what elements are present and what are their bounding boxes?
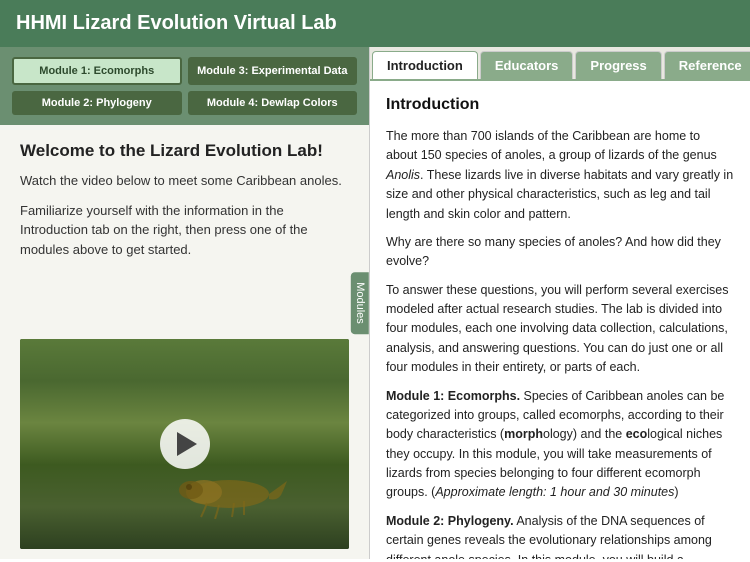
right-panel: Introduction Educators Progress Referenc… bbox=[370, 47, 750, 559]
lizard-silhouette bbox=[149, 459, 289, 519]
tab-bar: Introduction Educators Progress Referenc… bbox=[370, 47, 750, 81]
welcome-heading: Welcome to the Lizard Evolution Lab! bbox=[20, 141, 349, 161]
module-navigation: Module 1: Ecomorphs Module 3: Experiment… bbox=[0, 47, 369, 125]
module4-button[interactable]: Module 4: Dewlap Colors bbox=[188, 91, 358, 115]
welcome-para1: Watch the video below to meet some Carib… bbox=[20, 171, 349, 191]
module3-button[interactable]: Module 3: Experimental Data bbox=[188, 57, 358, 85]
app-header: HHMI Lizard Evolution Virtual Lab bbox=[0, 0, 750, 47]
play-button[interactable] bbox=[160, 419, 210, 469]
app-title: HHMI Lizard Evolution Virtual Lab bbox=[16, 12, 337, 34]
intro-module2: Module 2: Phylogeny. Analysis of the DNA… bbox=[386, 512, 734, 559]
module2-button[interactable]: Module 2: Phylogeny bbox=[12, 91, 182, 115]
welcome-para2: Familiarize yourself with the informatio… bbox=[20, 201, 349, 260]
intro-para3: To answer these questions, you will perf… bbox=[386, 281, 734, 378]
intro-para1: The more than 700 islands of the Caribbe… bbox=[386, 127, 734, 224]
tab-educators[interactable]: Educators bbox=[480, 51, 574, 79]
intro-heading: Introduction bbox=[386, 93, 734, 117]
left-panel: Module 1: Ecomorphs Module 3: Experiment… bbox=[0, 47, 370, 559]
right-content-area: Introduction The more than 700 islands o… bbox=[370, 81, 750, 559]
video-background bbox=[20, 339, 349, 549]
video-player[interactable] bbox=[20, 339, 349, 549]
module1-label: Module 1: Ecomorphs. bbox=[386, 389, 520, 403]
left-content-area: Welcome to the Lizard Evolution Lab! Wat… bbox=[0, 125, 369, 329]
eco-bold: eco bbox=[626, 427, 648, 441]
tab-progress[interactable]: Progress bbox=[575, 51, 661, 79]
modules-sidebar-tab[interactable]: Modules bbox=[351, 272, 369, 334]
intro-module1: Module 1: Ecomorphs. Species of Caribbea… bbox=[386, 387, 734, 503]
main-layout: Module 1: Ecomorphs Module 3: Experiment… bbox=[0, 47, 750, 559]
tab-reference[interactable]: Reference bbox=[664, 51, 750, 79]
intro-para2: Why are there so many species of anoles?… bbox=[386, 233, 734, 272]
tab-introduction[interactable]: Introduction bbox=[372, 51, 478, 79]
module2-label: Module 2: Phylogeny. bbox=[386, 514, 514, 528]
morph-bold: morph bbox=[504, 427, 543, 441]
module1-button[interactable]: Module 1: Ecomorphs bbox=[12, 57, 182, 85]
